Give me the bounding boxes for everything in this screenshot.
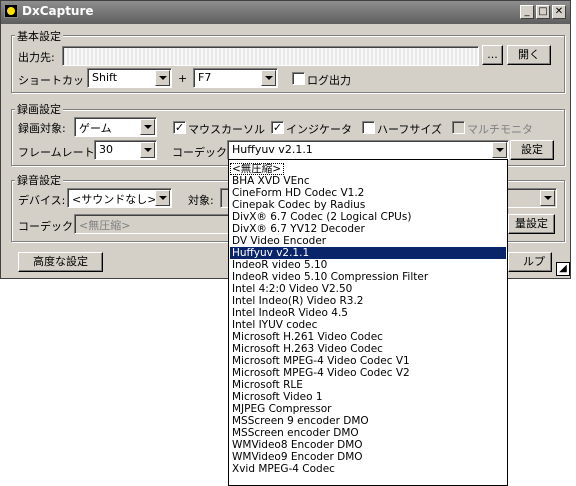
- codec-list-item[interactable]: MSScreen 9 encoder DMO: [230, 415, 506, 427]
- shortcut-modifier-select[interactable]: Shift: [87, 68, 172, 88]
- help-button[interactable]: ルプ: [508, 252, 552, 272]
- browse-button[interactable]: ...: [482, 45, 503, 65]
- codec-list-item[interactable]: IndeoR video 5.10 Compression Filter: [230, 271, 506, 283]
- maximize-icon[interactable]: □: [536, 5, 550, 19]
- framerate-value: 30: [99, 143, 113, 156]
- codec-list-item[interactable]: IndeoR video 5.10: [230, 259, 506, 271]
- multi-monitor-checkbox[interactable]: [452, 121, 465, 134]
- video-target-label: 録画対象:: [18, 122, 66, 135]
- open-button[interactable]: 開く: [507, 45, 551, 65]
- audio-device-select[interactable]: <サウンドなし>: [67, 188, 172, 208]
- framerate-label: フレームレート:: [18, 146, 99, 159]
- shortcut-key-select[interactable]: F7: [193, 68, 278, 88]
- output-path-field[interactable]: [62, 46, 479, 66]
- codec-list-item[interactable]: Microsoft RLE: [230, 379, 506, 391]
- video-codec-label: コーデック:: [172, 146, 231, 159]
- window-title: DxCapture: [22, 4, 94, 18]
- codec-list-item[interactable]: WMVideo8 Encoder DMO: [230, 439, 506, 451]
- shortcut-key-value: F7: [198, 71, 212, 84]
- codec-list-item[interactable]: Intel IndeoR Video 4.5: [230, 307, 506, 319]
- resize-grip-icon[interactable]: ◢: [556, 262, 570, 276]
- half-size-label: ハーフサイズ: [377, 123, 443, 136]
- output-label: 出力先:: [18, 51, 55, 64]
- chevron-down-icon[interactable]: [155, 190, 170, 206]
- audio-device-value: <サウンドなし>: [72, 193, 157, 206]
- codec-dropdown-list: <無圧縮> BHA XVD VEnc CineForm HD Codec V1.2 C…: [228, 159, 508, 486]
- codec-list-item[interactable]: Intel IYUV codec: [230, 319, 506, 331]
- multi-monitor-label: マルチモニタ: [467, 123, 533, 136]
- codec-list-item[interactable]: DivX® 6.7 Codec (2 Logical CPUs): [230, 211, 506, 223]
- codec-list-item[interactable]: DV Video Encoder: [230, 235, 506, 247]
- audio-codec-select[interactable]: <無圧縮>: [74, 214, 234, 234]
- codec-list-item[interactable]: DivX® 6.7 YV12 Decoder: [230, 223, 506, 235]
- log-output-checkbox[interactable]: [292, 72, 305, 85]
- codec-list-item[interactable]: WMVideo9 Encoder DMO: [230, 451, 506, 463]
- codec-list-item[interactable]: Microsoft MPEG-4 Video Codec V2: [230, 367, 506, 379]
- video-target-select[interactable]: ゲーム: [74, 117, 157, 137]
- focus-outline: [230, 163, 284, 175]
- indicator-label: インジケータ: [286, 123, 352, 136]
- volume-settings-button[interactable]: 量設定: [508, 214, 555, 234]
- codec-settings-button[interactable]: 設定: [510, 140, 554, 160]
- chevron-down-icon[interactable]: [140, 119, 155, 135]
- codec-list-item[interactable]: MJPEG Compressor: [230, 403, 506, 415]
- codec-list-item[interactable]: MSScreen encoder DMO: [230, 427, 506, 439]
- codec-list-item[interactable]: BHA XVD VEnc: [230, 175, 506, 187]
- shortcut-modifier-value: Shift: [92, 71, 118, 84]
- advanced-settings-button[interactable]: 高度な設定: [18, 252, 103, 272]
- video-codec-select[interactable]: Huffyuv v2.1.1: [227, 140, 509, 160]
- codec-list-item[interactable]: Intel Indeo(R) Video R3.2: [230, 295, 506, 307]
- close-icon[interactable]: ✕: [552, 5, 566, 19]
- video-target-value: ゲーム: [79, 122, 112, 135]
- chevron-down-icon[interactable]: [261, 70, 276, 86]
- mouse-cursor-checkbox[interactable]: ✓: [173, 121, 186, 134]
- half-size-checkbox[interactable]: [362, 121, 375, 134]
- codec-list-item[interactable]: Microsoft MPEG-4 Video Codec V1: [230, 355, 506, 367]
- audio-codec-label: コーデック:: [18, 220, 77, 233]
- chevron-down-icon[interactable]: [540, 190, 555, 206]
- audio-target-label: 対象:: [188, 194, 214, 207]
- audio-device-label: デバイス:: [18, 194, 66, 207]
- mouse-cursor-label: マウスカーソル: [188, 123, 265, 136]
- codec-list-item[interactable]: Intel 4:2:0 Video V2.50: [230, 283, 506, 295]
- basic-settings-label: 基本設定: [15, 28, 63, 44]
- codec-list-item[interactable]: Microsoft Video 1: [230, 391, 506, 403]
- codec-list-item[interactable]: Microsoft H.261 Video Codec: [230, 331, 506, 343]
- chevron-down-icon[interactable]: [155, 70, 170, 86]
- codec-list-item[interactable]: Microsoft H.263 Video Codec: [230, 343, 506, 355]
- framerate-select[interactable]: 30: [94, 140, 157, 160]
- video-settings-label: 録画設定: [15, 101, 63, 117]
- chevron-down-icon[interactable]: [140, 142, 155, 158]
- codec-list-item[interactable]: Cinepak Codec by Radius: [230, 199, 506, 211]
- plus-label: +: [178, 72, 188, 85]
- codec-list-item[interactable]: Huffyuv v2.1.1: [230, 247, 506, 259]
- app-icon: [4, 4, 18, 18]
- log-output-label: ログ出力: [307, 74, 351, 87]
- video-codec-value: Huffyuv v2.1.1: [232, 143, 313, 156]
- chevron-down-icon[interactable]: [492, 142, 507, 158]
- codec-list-item[interactable]: Xvid MPEG-4 Codec: [230, 463, 506, 475]
- indicator-checkbox[interactable]: ✓: [271, 121, 284, 134]
- audio-settings-label: 録音設定: [15, 172, 63, 188]
- codec-list-item[interactable]: CineForm HD Codec V1.2: [230, 187, 506, 199]
- minimize-icon[interactable]: _: [520, 5, 534, 19]
